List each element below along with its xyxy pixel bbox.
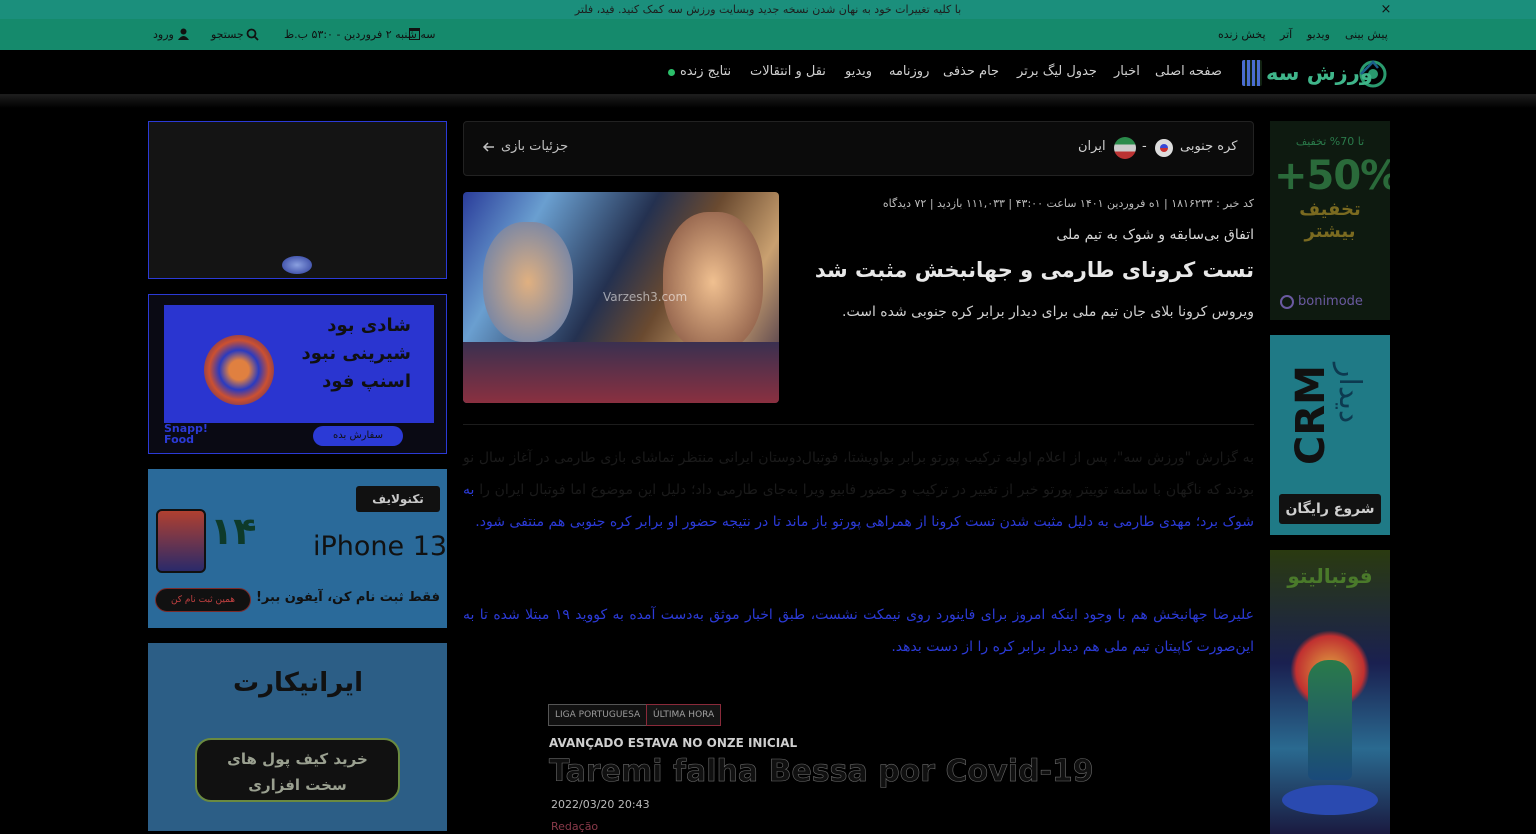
notice-bar: با کلیه تغییرات خود به نهان شدن نسخه جدی…	[0, 0, 1536, 19]
away-team-name[interactable]: ایران	[1078, 122, 1106, 172]
embed-tag-league: LIGA PORTUGUESA	[548, 704, 648, 726]
nav-live-results[interactable]: نتایج زنده	[680, 50, 731, 94]
phone-illustration	[156, 509, 206, 573]
crm-sub: دیدار	[1332, 363, 1367, 424]
embed-date: 2022/03/20 20:43	[551, 798, 650, 811]
main-nav: ورزش سه صفحه اصلی اخبار جدول لیگ برتر جا…	[0, 50, 1536, 96]
article-summary: ویروس کرونا بلای جان تیم ملی برای دیدار …	[842, 304, 1254, 320]
nav-cup[interactable]: جام حذفی	[943, 50, 999, 94]
bonimode-icon	[1280, 295, 1294, 309]
match-details-link[interactable]: جزئیات بازی	[501, 122, 568, 172]
bonus-big: +50%	[1274, 153, 1390, 199]
footballito-stage	[1282, 785, 1378, 815]
top-bar: پخش زنده آتر ویدیو پیش بینی سه شنبه ۲ فر…	[0, 19, 1536, 50]
article-title: تست کرونای طارمی و جهانبخش مثبت شد	[814, 258, 1254, 282]
live-dot-icon	[668, 69, 675, 76]
bonimode-brand: bonimode	[1298, 294, 1363, 309]
iran-flag-icon	[1114, 137, 1136, 159]
snapp-cta-button[interactable]: سفارش بده	[313, 426, 403, 446]
site-logo[interactable]: ورزش سه	[1240, 58, 1390, 88]
tekno-cta-button[interactable]: همین ثبت نام کن	[155, 588, 251, 612]
topbar-link-video[interactable]: ویدیو	[1307, 19, 1330, 50]
snapp-line-2: شیرینی نبود	[301, 343, 411, 364]
calendar-icon	[409, 28, 420, 40]
nav-home[interactable]: صفحه اصلی	[1155, 50, 1222, 94]
nav-transfers[interactable]: نقل و انتقالات	[750, 50, 826, 94]
crm-title: CRM	[1288, 365, 1334, 465]
article-paragraph-1: به گزارش "ورزش سه"، پس از اعلام اولیه تر…	[463, 442, 1254, 538]
article-lead: اتفاق بی‌سابقه و شوک به تیم ملی	[1056, 227, 1254, 243]
iranicard-brand: ایرانیکارت	[232, 668, 364, 698]
ticket-icon	[1242, 60, 1262, 86]
close-icon[interactable]: ×	[1380, 0, 1392, 19]
ad-bonimode[interactable]: تا 70% تخفیف +50% تخفیف بیشتر bonimode	[1270, 121, 1390, 320]
tekno-count: ۱۴	[210, 509, 257, 553]
tekno-tagline: فقط ثبت نام کن، آیفون ببر!	[256, 590, 440, 605]
embed-headline: Taremi falha Bessa por Covid-19	[549, 754, 1094, 790]
embed-kicker: AVANÇADO ESTAVA NO ONZE INICIAL	[549, 736, 798, 750]
arrow-left-icon[interactable]	[482, 140, 496, 154]
article-meta: کد خبر : ۱۸۱۶۲۳۳ | ۱ه فروردین ۱۴۰۱ ساعت …	[882, 197, 1254, 210]
snapp-line-1: شادی بود	[327, 315, 411, 336]
ad-slot-empty[interactable]	[148, 121, 447, 279]
snapp-line-3: اسنپ فود	[322, 371, 411, 392]
search-label[interactable]: جستجو	[211, 19, 244, 50]
nav-league-table[interactable]: جدول لیگ برتر	[1017, 50, 1097, 94]
ad-loader-icon	[282, 256, 312, 274]
embed-tag-latest: ÚLTIMA HORA	[646, 704, 722, 726]
ad-crm[interactable]: CRM دیدار شروع رایگان	[1270, 335, 1390, 535]
paragraph-1-text: به گزارش "ورزش سه"، پس از اعلام اولیه تر…	[463, 450, 1254, 498]
ad-footballito[interactable]: فوتبالیتو	[1270, 550, 1390, 834]
login-label[interactable]: ورود	[153, 19, 174, 50]
ad-iranicard[interactable]: ایرانیکارت خرید کیف پول های سخت افزاری	[148, 643, 447, 831]
article-paragraph-2: علیرضا جهانبخش هم با وجود اینکه امروز بر…	[463, 607, 1254, 655]
footballito-title: فوتبالیتو	[1287, 564, 1373, 588]
image-watermark: Varzesh3.com	[603, 290, 688, 304]
topbar-link-other[interactable]: آتر	[1280, 19, 1292, 50]
korea-flag-icon	[1155, 139, 1173, 157]
iranicard-cta-button[interactable]: خرید کیف پول های سخت افزاری	[195, 738, 400, 802]
divider	[463, 424, 1254, 425]
bonus-text: تخفیف بیشتر	[1299, 199, 1361, 242]
logo-text: ورزش سه	[1266, 61, 1373, 85]
home-team-name[interactable]: کره جنوبی	[1180, 122, 1237, 172]
ad-teknolife[interactable]: تکنولایف ۱۴ iPhone 13 فقط ثبت نام کن، آی…	[148, 469, 447, 628]
embedded-article[interactable]: LIGA PORTUGUESA ÚLTIMA HORA AVANÇADO EST…	[538, 692, 1182, 834]
tekno-brand: تکنولایف	[356, 486, 440, 512]
nav-video[interactable]: ویدیو	[845, 50, 872, 94]
search-icon[interactable]	[246, 28, 259, 41]
article-image: Varzesh3.com	[463, 192, 779, 403]
match-card: کره جنوبی - ایران جزئیات بازی	[463, 121, 1254, 176]
nav-news[interactable]: اخبار	[1114, 50, 1140, 94]
user-icon[interactable]	[178, 28, 189, 40]
nav-newspaper[interactable]: روزنامه	[889, 50, 929, 94]
tekno-product: iPhone 13	[313, 531, 447, 562]
match-separator: -	[1142, 139, 1147, 154]
topbar-link-predict[interactable]: پیش بینی	[1345, 19, 1388, 50]
footballito-player	[1308, 660, 1352, 780]
crm-cta-button[interactable]: شروع رایگان	[1279, 494, 1381, 524]
topbar-link-live[interactable]: پخش زنده	[1218, 19, 1266, 50]
embed-author: Redação	[551, 820, 599, 833]
notice-text: با کلیه تغییرات خود به نهان شدن نسخه جدی…	[574, 3, 962, 16]
ad-snappfood[interactable]: شادی بود شیرینی نبود اسنپ فود Snapp! Foo…	[148, 294, 447, 454]
bonus-small: تا 70% تخفیف	[1295, 135, 1365, 148]
nav-shadow	[0, 96, 1536, 108]
snapp-brand: Snapp! Food	[164, 422, 208, 446]
